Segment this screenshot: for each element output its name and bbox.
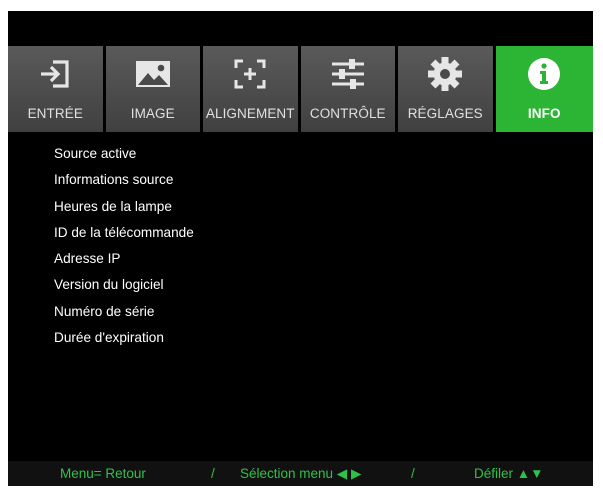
- info-icon: [528, 58, 561, 90]
- hint-menu-back: Menu= Retour: [60, 466, 146, 481]
- info-menu-list: Source active Informations source Heures…: [54, 141, 194, 351]
- tab-label: ALIGNEMENT: [205, 106, 295, 121]
- tab-label: ENTRÉE: [27, 106, 83, 121]
- alignment-icon: [234, 59, 266, 89]
- tab-entree[interactable]: ENTRÉE: [8, 46, 106, 132]
- tab-info[interactable]: INFO: [495, 46, 593, 132]
- menu-item-numero-serie[interactable]: Numéro de série: [54, 299, 194, 325]
- menu-item-informations-source[interactable]: Informations source: [54, 167, 194, 193]
- tab-label: RÉGLAGES: [407, 106, 483, 121]
- hint-scroll: Défiler ▲▼: [474, 466, 544, 481]
- tab-label: CONTRÔLE: [309, 106, 386, 121]
- tab-reglages[interactable]: RÉGLAGES: [398, 46, 496, 132]
- menu-item-id-telecommande[interactable]: ID de la télécommande: [54, 220, 194, 246]
- menu-item-source-active[interactable]: Source active: [54, 141, 194, 167]
- tab-label: INFO: [527, 106, 561, 121]
- menu-item-heures-lampe[interactable]: Heures de la lampe: [54, 194, 194, 220]
- navigation-hint-bar: Menu= Retour / Sélection menu ◀ ▶ / Défi…: [8, 461, 593, 486]
- gear-icon: [428, 57, 463, 91]
- menu-item-adresse-ip[interactable]: Adresse IP: [54, 246, 194, 272]
- hint-separator: /: [411, 466, 415, 481]
- image-icon: [135, 61, 170, 87]
- tab-bar: ENTRÉE IMAGE ALIGNEMENT CONTRÔLE RÉGLAGE…: [8, 46, 593, 132]
- tab-alignement[interactable]: ALIGNEMENT: [203, 46, 301, 132]
- tab-label: IMAGE: [130, 106, 175, 121]
- tab-image[interactable]: IMAGE: [105, 46, 203, 132]
- sliders-icon: [331, 59, 364, 89]
- menu-item-version-logiciel[interactable]: Version du logiciel: [54, 272, 194, 298]
- input-icon: [41, 60, 69, 88]
- osd-menu-window: ENTRÉE IMAGE ALIGNEMENT CONTRÔLE RÉGLAGE…: [8, 11, 593, 486]
- hint-select-menu: Sélection menu ◀ ▶: [240, 466, 362, 481]
- tab-controle[interactable]: CONTRÔLE: [300, 46, 398, 132]
- hint-separator: /: [211, 466, 215, 481]
- menu-item-duree-expiration[interactable]: Durée d'expiration: [54, 325, 194, 351]
